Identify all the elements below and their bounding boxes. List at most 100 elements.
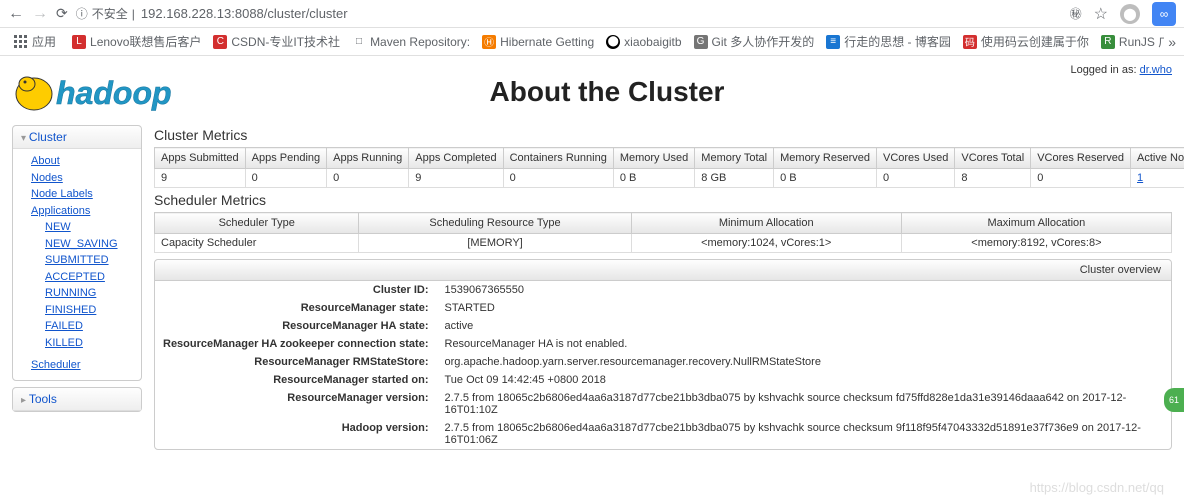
overview-key: ResourceManager version:	[155, 389, 437, 419]
overview-row: Cluster ID:1539067365550	[155, 281, 1171, 299]
overview-row: ResourceManager RMStateStore:org.apache.…	[155, 353, 1171, 371]
sidebar: Cluster About Nodes Node Labels Applicat…	[12, 125, 142, 450]
svg-text:hadoop: hadoop	[56, 75, 172, 111]
overview-row: ResourceManager HA state:active	[155, 317, 1171, 335]
bookmark-item[interactable]: ⒽHibernate Getting	[476, 35, 600, 49]
side-badge[interactable]: 61	[1164, 388, 1184, 412]
nav-apps-accepted[interactable]: ACCEPTED	[45, 269, 133, 286]
metrics-header: VCores Used	[876, 148, 954, 169]
metrics-value: 9	[409, 169, 503, 188]
overview-row: ResourceManager started on:Tue Oct 09 14…	[155, 371, 1171, 389]
nav-cluster-header[interactable]: Cluster	[13, 126, 141, 149]
metrics-value: 9	[155, 169, 246, 188]
overview-key: ResourceManager state:	[155, 299, 437, 317]
nav-tools-header[interactable]: Tools	[13, 388, 141, 411]
nav-about[interactable]: About	[31, 153, 133, 170]
current-user-link[interactable]: dr.who	[1140, 64, 1172, 76]
nav-apps-submitted[interactable]: SUBMITTED	[45, 252, 133, 269]
bookmark-item[interactable]: □Maven Repository:	[346, 35, 476, 49]
cluster-metrics-title: Cluster Metrics	[154, 127, 1172, 143]
sched-header: Scheduling Resource Type	[359, 213, 631, 234]
sched-value: <memory:1024, vCores:1>	[631, 234, 901, 253]
bookmark-item[interactable]: ⬤xiaobaigitb	[600, 35, 687, 49]
reload-icon[interactable]: ⟳	[56, 5, 68, 22]
bookmark-label: 行走的思想 - 博客园	[844, 33, 951, 50]
cluster-overview-header: Cluster overview	[155, 260, 1171, 281]
overview-row: Hadoop version:2.7.5 from 18065c2b6806ed…	[155, 419, 1171, 449]
translate-icon[interactable]: ㊙	[1070, 5, 1082, 22]
forward-icon[interactable]: →	[32, 5, 48, 23]
scheduler-metrics-title: Scheduler Metrics	[154, 192, 1172, 208]
metrics-header: Memory Total	[695, 148, 774, 169]
bookmark-item[interactable]: CCSDN-专业IT技术社	[207, 33, 346, 50]
nav-applications[interactable]: Applications	[31, 203, 133, 220]
bookmark-star-icon[interactable]: ☆	[1094, 4, 1108, 24]
bookmark-label: 使用码云创建属于你	[981, 33, 1089, 50]
bookmark-item[interactable]: RRunJS 广场，最新新	[1095, 33, 1164, 50]
page-title: About the Cluster	[242, 76, 1172, 108]
overview-value: org.apache.hadoop.yarn.server.resourcema…	[437, 353, 1172, 371]
bookmark-favicon: ⬤	[606, 35, 620, 49]
hadoop-logo[interactable]: hadoop	[12, 64, 222, 119]
metrics-link[interactable]: 1	[1137, 172, 1143, 184]
nav-apps-running[interactable]: RUNNING	[45, 285, 133, 302]
bookmark-item[interactable]: LLenovo联想售后客户	[66, 33, 207, 50]
bookmark-favicon: ≡	[826, 35, 840, 49]
metrics-header: Apps Submitted	[155, 148, 246, 169]
bookmark-item[interactable]: ≡ 行走的思想 - 博客园	[820, 33, 957, 50]
bookmark-item[interactable]: 码使用码云创建属于你	[957, 33, 1095, 50]
overview-key: ResourceManager started on:	[155, 371, 437, 389]
security-indicator[interactable]: ⓘ 不安全 |	[76, 5, 135, 22]
bookmark-favicon: C	[213, 35, 227, 49]
bookmark-label: Maven Repository:	[370, 35, 470, 49]
nav-apps-new-saving[interactable]: NEW_SAVING	[45, 236, 133, 253]
overview-row: ResourceManager HA zookeeper connection …	[155, 335, 1171, 353]
metrics-value: 8 GB	[695, 169, 774, 188]
main-content: Cluster Metrics Apps SubmittedApps Pendi…	[154, 125, 1172, 450]
bookmark-label: Hibernate Getting	[500, 35, 594, 49]
sched-value: <memory:8192, vCores:8>	[901, 234, 1171, 253]
nav-nodes[interactable]: Nodes	[31, 170, 133, 187]
nav-apps-new[interactable]: NEW	[45, 219, 133, 236]
metrics-value: 0	[245, 169, 327, 188]
overview-row: ResourceManager version:2.7.5 from 18065…	[155, 389, 1171, 419]
logged-in-as: Logged in as: dr.who	[1070, 64, 1172, 76]
overview-key: ResourceManager RMStateStore:	[155, 353, 437, 371]
bookmark-item[interactable]: G Git 多人协作开发的	[688, 33, 821, 50]
metrics-header: Memory Used	[613, 148, 694, 169]
overview-key: ResourceManager HA zookeeper connection …	[155, 335, 437, 353]
cluster-metrics-table: Apps SubmittedApps PendingApps RunningAp…	[154, 147, 1184, 188]
nav-scheduler[interactable]: Scheduler	[31, 357, 133, 374]
scheduler-metrics-table: Scheduler TypeScheduling Resource TypeMi…	[154, 212, 1172, 253]
metrics-value: 0	[327, 169, 409, 188]
nav-apps-killed[interactable]: KILLED	[45, 335, 133, 352]
overview-value: 2.7.5 from 18065c2b6806ed4aa6a3187d77cbe…	[437, 419, 1172, 449]
sched-header: Scheduler Type	[155, 213, 359, 234]
bookmark-favicon: R	[1101, 35, 1115, 49]
page-header: Logged in as: dr.who hadoop About the Cl…	[0, 56, 1184, 119]
apps-icon	[14, 35, 28, 49]
nav-apps-finished[interactable]: FINISHED	[45, 302, 133, 319]
apps-button[interactable]: 应用	[8, 33, 62, 50]
address-bar[interactable]: 192.168.228.13:8088/cluster/cluster	[141, 6, 348, 21]
metrics-header: Apps Completed	[409, 148, 503, 169]
nav-node-labels[interactable]: Node Labels	[31, 186, 133, 203]
metrics-value: 0 B	[774, 169, 877, 188]
metrics-header: Apps Running	[327, 148, 409, 169]
metrics-value: 0	[876, 169, 954, 188]
back-icon[interactable]: ←	[8, 5, 24, 23]
bookmarks-bar: 应用 LLenovo联想售后客户CCSDN-专业IT技术社□Maven Repo…	[0, 28, 1184, 56]
bookmarks-overflow-icon[interactable]: »	[1168, 34, 1176, 50]
overview-value: ResourceManager HA is not enabled.	[437, 335, 1172, 353]
bookmark-favicon: G	[694, 35, 708, 49]
nav-apps-failed[interactable]: FAILED	[45, 318, 133, 335]
metrics-header: Memory Reserved	[774, 148, 877, 169]
metrics-value: 0	[1031, 169, 1131, 188]
overview-key: Cluster ID:	[155, 281, 437, 299]
bookmark-favicon: 码	[963, 35, 977, 49]
watermark: https://blog.csdn.net/qq	[1030, 480, 1164, 495]
metrics-value: 0	[503, 169, 613, 188]
bookmark-label: Git 多人协作开发的	[712, 33, 815, 50]
extension-button[interactable]: ∞	[1152, 2, 1176, 26]
profile-avatar[interactable]: ⬤	[1120, 4, 1140, 24]
